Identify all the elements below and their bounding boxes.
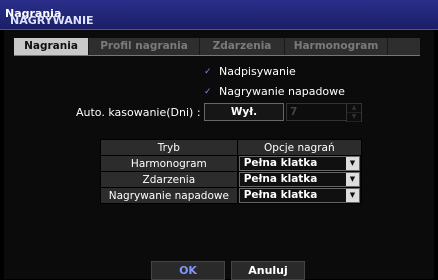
chevron-down-icon[interactable]: ▼: [346, 157, 359, 170]
tab-bar: Nagrania Profil nagrania Zdarzenia Harmo…: [14, 38, 420, 55]
chevron-down-icon[interactable]: ▼: [346, 189, 359, 202]
title-bar: NAGRYWANIE : Nagrania: [0, 0, 438, 40]
cancel-button[interactable]: Anuluj: [231, 261, 305, 280]
tab-profil-nagrania[interactable]: Profil nagrania: [89, 38, 200, 55]
ok-button[interactable]: OK: [151, 261, 225, 280]
auto-delete-label: Auto. kasowanie(Dni) :: [76, 106, 201, 119]
column-header-mode: Tryb: [100, 139, 238, 156]
table-row: Nagrywanie napadowe Pełna klatka ▼: [100, 187, 363, 204]
tab-zdarzenia[interactable]: Zdarzenia: [200, 38, 285, 55]
select-value: Pełna klatka: [243, 189, 318, 201]
auto-delete-days-field: 7: [286, 103, 349, 121]
tab-divider: [14, 55, 420, 56]
mode-cell: Zdarzenia: [100, 171, 238, 188]
table-header-row: Tryb Opcje nagrań: [100, 139, 363, 156]
mode-cell: Harmonogram: [100, 155, 238, 172]
overwrite-label: Nadpisywanie: [219, 65, 296, 78]
checkbox-checked-icon[interactable]: ✓: [204, 68, 212, 77]
table-row: Zdarzenia Pełna klatka ▼: [100, 171, 363, 188]
checkbox-checked-icon[interactable]: ✓: [204, 88, 212, 97]
column-header-options: Opcje nagrań: [236, 139, 363, 156]
auto-delete-field[interactable]: Wył.: [204, 103, 284, 121]
spinner-down-icon: ▼: [347, 113, 361, 122]
overwrite-option[interactable]: ✓ Nadpisywanie: [204, 65, 296, 78]
recording-option-select[interactable]: Pełna klatka ▼: [238, 188, 360, 203]
select-value: Pełna klatka: [243, 173, 318, 185]
recording-options-table: Tryb Opcje nagrań Harmonogram Pełna klat…: [100, 139, 363, 204]
recording-option-select[interactable]: Pełna klatka ▼: [238, 172, 360, 187]
window-title: NAGRYWANIE : Nagrania: [5, 7, 94, 40]
panic-recording-option[interactable]: ✓ Nagrywanie napadowe: [204, 85, 345, 98]
panic-recording-label: Nagrywanie napadowe: [219, 85, 345, 98]
table-row: Harmonogram Pełna klatka ▼: [100, 155, 363, 172]
tab-harmonogram[interactable]: Harmonogram: [285, 38, 388, 55]
mode-cell: Nagrywanie napadowe: [100, 187, 238, 204]
spinner-up-icon: ▲: [347, 104, 361, 113]
select-value: Pełna klatka: [243, 157, 318, 169]
chevron-down-icon[interactable]: ▼: [346, 173, 359, 186]
recording-option-select[interactable]: Pełna klatka ▼: [238, 156, 360, 171]
days-spinner: ▲ ▼: [346, 103, 362, 122]
tab-nagrania[interactable]: Nagrania: [14, 38, 89, 55]
